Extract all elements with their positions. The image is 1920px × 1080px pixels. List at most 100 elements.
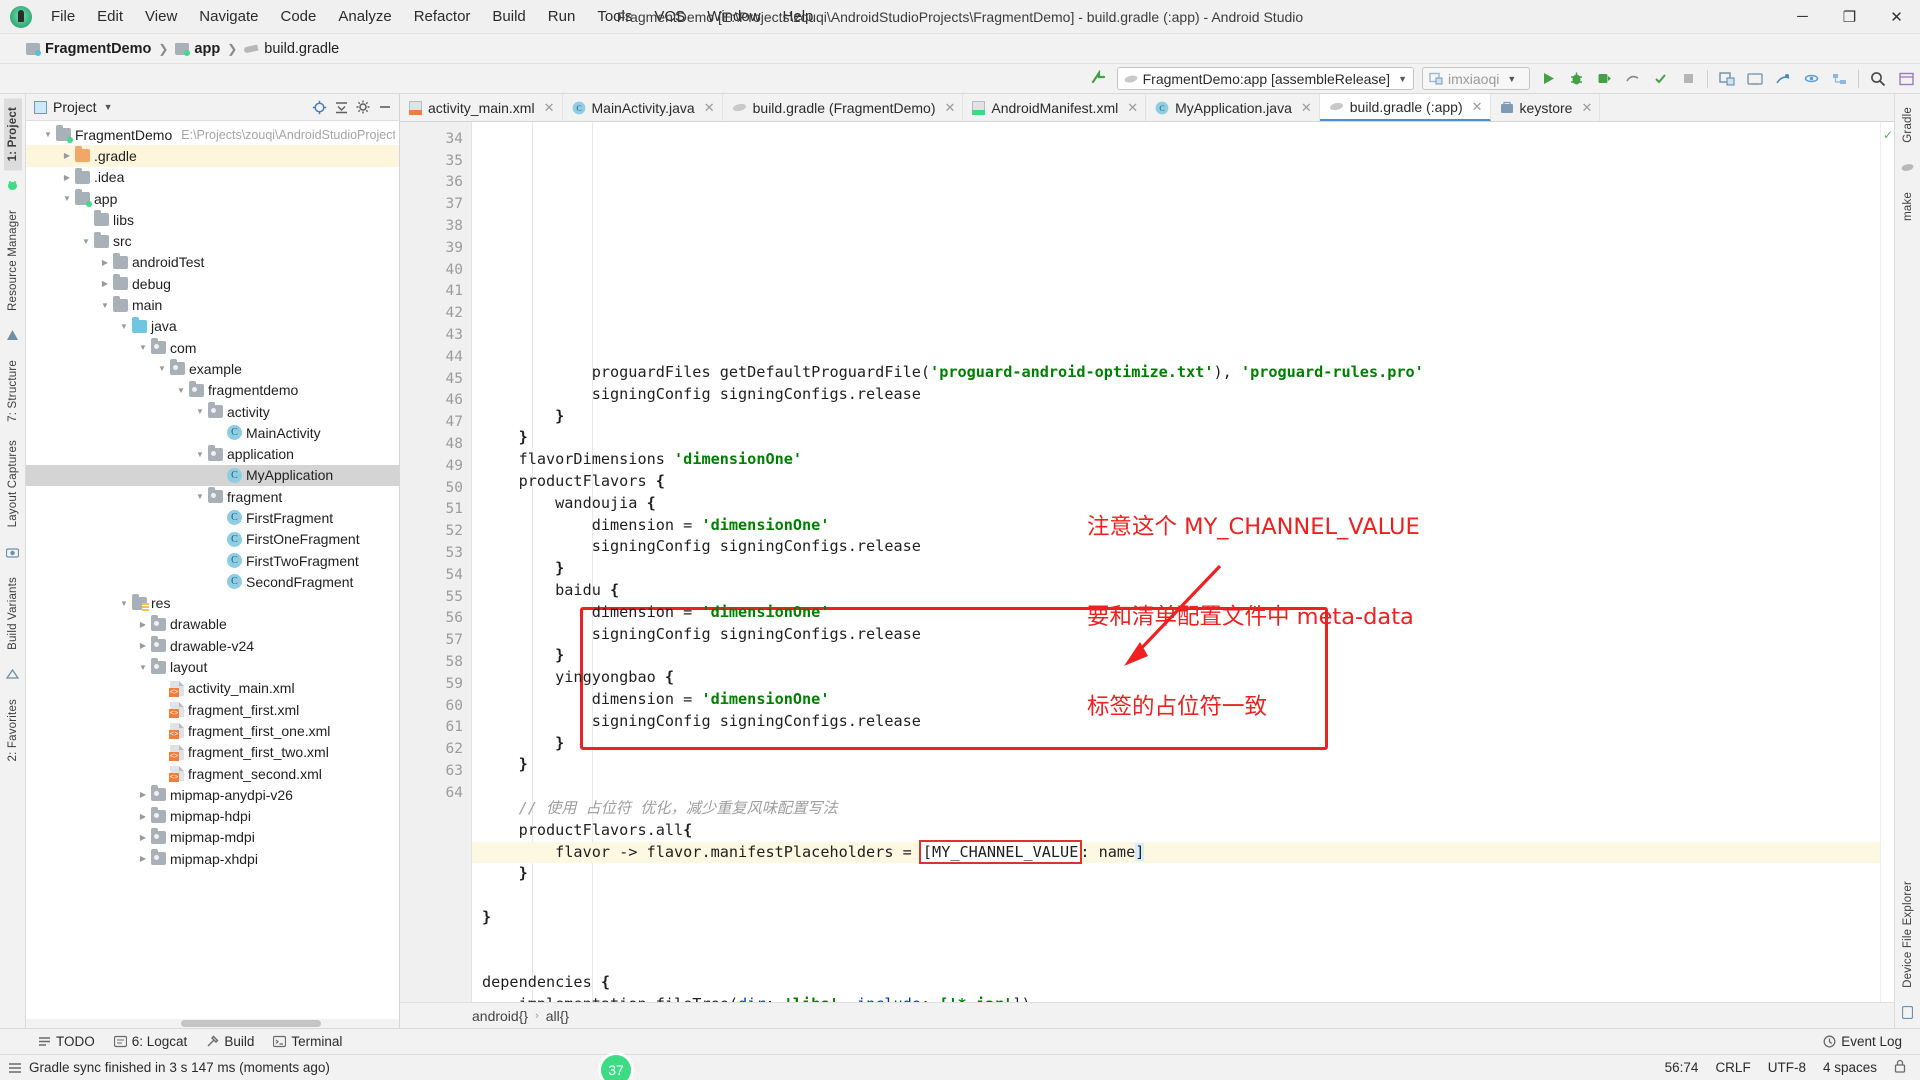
menu-analyze[interactable]: Analyze [327,4,402,29]
line-number-55[interactable]: 55 [400,586,471,608]
chevron-down-icon[interactable] [173,386,189,395]
code-line-51[interactable]: } [472,733,1880,755]
line-number-47[interactable]: 47− [400,411,489,433]
project-structure-icon[interactable] [1826,67,1852,91]
tree-item-res[interactable]: res [26,593,399,614]
code-line-47[interactable]: } [472,645,1880,667]
tree-item--gradle[interactable]: .gradle [26,145,399,167]
close-button[interactable]: ✕ [1873,0,1920,34]
code-line-49[interactable]: dimension = 'dimensionOne' [472,689,1880,711]
code-line-36[interactable]: } [472,406,1880,428]
tree-item-src[interactable]: src [26,230,399,251]
attach-debugger-button[interactable] [1591,67,1617,91]
editor-marker-strip[interactable]: ✓ [1880,122,1894,1002]
close-icon[interactable]: ✕ [944,100,955,116]
tree-item-example[interactable]: example [26,358,399,379]
line-number-63[interactable]: 63 [400,760,471,782]
breadcrumb-file[interactable]: build.gradle [264,41,339,57]
tree-item-androidtest[interactable]: androidTest [26,252,399,273]
code-line-53[interactable] [472,776,1880,798]
bottom-tab-event-log[interactable]: Event Log [1815,1032,1910,1051]
chevron-down-icon[interactable] [154,364,170,373]
menu-help[interactable]: Help [772,4,825,29]
editor-breadcrumb-item-1[interactable]: android{} [472,1008,528,1024]
tree-item-application[interactable]: application [26,443,399,464]
line-separator[interactable]: CRLF [1715,1060,1750,1075]
chevron-right-icon[interactable] [135,833,151,842]
tree-item-mipmap-mdpi[interactable]: mipmap-mdpi [26,827,399,848]
line-number-36[interactable]: 36− [400,172,489,194]
chevron-down-icon[interactable] [116,599,132,608]
code-line-50[interactable]: signingConfig signingConfigs.release [472,711,1880,733]
maximize-button[interactable]: ❐ [1826,0,1873,34]
chevron-down-icon[interactable] [116,322,132,331]
tree-item-fragment-second-xml[interactable]: fragment_second.xml [26,763,399,784]
line-number-45[interactable]: 45 [400,368,471,390]
sidebar-item-device-file-explorer[interactable]: Device File Explorer [1899,872,1917,997]
line-number-51[interactable]: 51− [400,499,489,521]
file-encoding[interactable]: UTF-8 [1768,1060,1806,1075]
close-icon[interactable]: ✕ [544,100,555,116]
code-line-42[interactable]: signingConfig signingConfigs.release [472,536,1880,558]
line-number-40[interactable]: 40− [400,259,489,281]
code-line-43[interactable]: } [472,558,1880,580]
hide-panel-icon[interactable] [375,97,395,117]
code-line-63[interactable]: implementation fileTree(dir: 'libs', inc… [472,994,1880,1002]
sidebar-item-structure[interactable]: 7: Structure [4,351,22,431]
code-line-61[interactable] [472,951,1880,973]
tree-item-fragment-first-one-xml[interactable]: fragment_first_one.xml [26,720,399,741]
editor-tab-keystore[interactable]: keystore ✕ [1490,94,1601,121]
close-icon[interactable]: ✕ [704,100,715,116]
highlighted-placeholder[interactable]: [MY_CHANNEL_VALUE [918,839,1083,864]
chevron-down-icon[interactable] [192,407,208,416]
code-line-59[interactable]: } [472,907,1880,929]
tree-item-mipmap-xhdpi[interactable]: mipmap-xhdpi [26,848,399,869]
code-line-48[interactable]: yingyongbao { [472,667,1880,689]
code-line-54[interactable]: // 使用 占位符 优化，减少重复风味配置写法 [472,798,1880,820]
line-number-52[interactable]: 52− [400,520,489,542]
menu-tools[interactable]: Tools [586,4,643,29]
menu-vcs[interactable]: VCS [643,4,696,29]
code-text-area[interactable]: 注意这个 MY_CHANNEL_VALUE 要和清单配置文件中 meta-dat… [472,122,1880,1002]
chevron-right-icon[interactable] [135,854,151,863]
line-number-49[interactable]: 49 [400,455,471,477]
chevron-right-icon[interactable] [135,641,151,650]
profile-button[interactable] [1619,67,1645,91]
tree-item-fragment-first-two-xml[interactable]: fragment_first_two.xml [26,742,399,763]
line-number-41[interactable]: 41 [400,281,471,303]
sidebar-item-favorites[interactable]: 2: Favorites [4,690,22,770]
search-icon[interactable] [1865,67,1891,91]
make-project-icon[interactable] [1086,67,1112,91]
close-icon[interactable]: ✕ [1301,100,1312,116]
menu-refactor[interactable]: Refactor [403,4,482,29]
bottom-tab-build[interactable]: Build [198,1032,262,1051]
line-number-42[interactable]: 42 [400,302,471,324]
tree-item-fragment-first-xml[interactable]: fragment_first.xml [26,699,399,720]
chevron-down-icon[interactable] [135,343,151,352]
menu-navigate[interactable]: Navigate [188,4,269,29]
tree-item-mipmap-hdpi[interactable]: mipmap-hdpi [26,806,399,827]
sidebar-item-layout-captures[interactable]: Layout Captures [4,431,22,536]
project-settings-gear-icon[interactable] [353,97,373,117]
tree-item-com[interactable]: com [26,337,399,358]
editor-tab-activity-main-xml[interactable]: activity_main.xml ✕ [400,94,563,121]
line-number-59[interactable]: 59− [400,673,489,695]
tree-item-main[interactable]: main [26,294,399,315]
tree-item-fragment[interactable]: fragment [26,486,399,507]
project-scrollbar-thumb[interactable] [181,1020,321,1027]
line-number-58[interactable]: 58 [400,651,471,673]
code-line-38[interactable]: flavorDimensions 'dimensionOne' [472,449,1880,471]
code-line-34[interactable]: proguardFiles getDefaultProguardFile('pr… [472,362,1880,384]
code-line-62[interactable]: dependencies { [472,972,1880,994]
chevron-down-icon[interactable] [192,492,208,501]
apply-changes-button[interactable] [1647,67,1673,91]
run-configuration-selector[interactable]: FragmentDemo:app [assembleRelease] ▼ [1116,67,1414,90]
code-line-44[interactable]: baidu { [472,580,1880,602]
chevron-down-icon[interactable] [135,663,151,672]
line-number-56[interactable]: 56💡 [400,608,489,630]
sidebar-item-resource-manager[interactable]: Resource Manager [4,201,22,320]
editor-tab-build-gradle-app-[interactable]: build.gradle (:app) ✕ [1319,94,1491,121]
menu-view[interactable]: View [134,4,188,29]
sidebar-item-gradle[interactable]: Gradle [1899,98,1917,152]
bottom-tab-terminal[interactable]: Terminal [265,1032,350,1051]
